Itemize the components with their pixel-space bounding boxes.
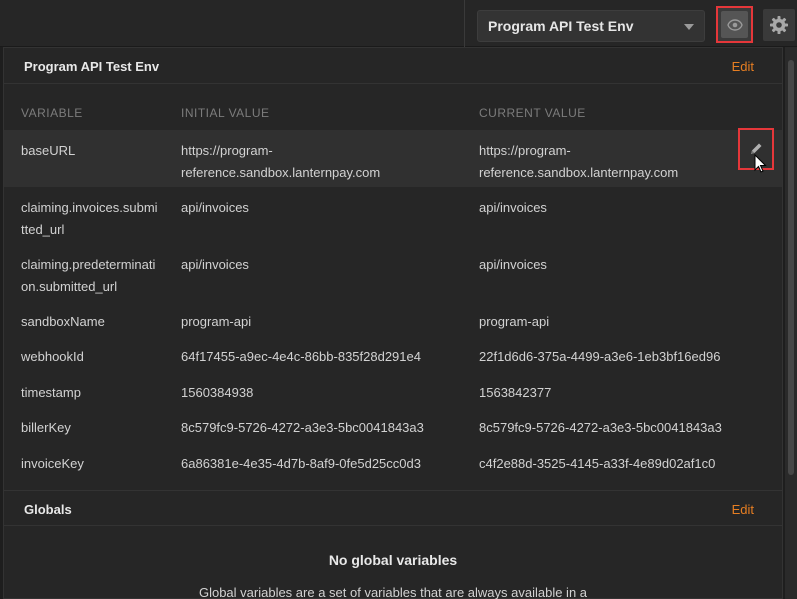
current-value: 22f1d6d6-375a-4499-a3e6-1eb3bf16ed96 [479,349,721,364]
column-header-current-value: CURRENT VALUE [479,106,586,120]
column-header-initial-value: INITIAL VALUE [181,106,270,120]
table-row[interactable]: sandboxName program-api program-api [4,301,782,336]
variable-name: invoiceKey [21,456,84,471]
initial-value: api/invoices [181,200,249,215]
settings-button[interactable] [763,9,795,41]
table-row[interactable]: webhookId 64f17455-a9ec-4e4c-86bb-835f28… [4,336,782,372]
current-value: api/invoices [479,200,547,215]
environment-edit-link[interactable]: Edit [732,59,754,74]
table-row[interactable]: claiming.predetermination.submitted_url … [4,244,782,301]
globals-section-header: Globals Edit [4,490,782,526]
globals-empty-title: No global variables [328,552,458,568]
current-value: 1563842377 [479,385,552,400]
top-bar: Program API Test Env [0,0,797,47]
mouse-cursor-icon [754,154,767,173]
initial-value: program-api [181,314,252,329]
variable-name: claiming.predetermination.submitted_url [21,257,156,294]
divider [464,0,465,47]
variable-name: timestamp [21,385,81,400]
variable-name: sandboxName [21,314,105,329]
initial-value: 8c579fc9-5726-4272-a3e3-5bc0041843a3 [181,420,424,435]
globals-edit-link[interactable]: Edit [732,502,754,517]
initial-value: 1560384938 [181,385,254,400]
variable-name: claiming.invoices.submitted_url [21,200,158,237]
caret-down-icon [684,24,694,30]
table-row[interactable]: claiming.invoices.submitted_url api/invo… [4,187,782,244]
current-value: https://program-reference.sandbox.lanter… [479,143,679,180]
environment-select-value: Program API Test Env [488,18,634,34]
globals-title: Globals [24,502,72,517]
initial-value: 64f17455-a9ec-4e4c-86bb-835f28d291e4 [181,349,421,364]
environment-section-header: Program API Test Env Edit [4,48,782,84]
variable-name: billerKey [21,420,71,435]
environment-select[interactable]: Program API Test Env [477,10,705,42]
column-header-variable: VARIABLE [21,106,83,120]
initial-value: https://program-reference.sandbox.lanter… [181,143,381,180]
variable-name: webhookId [21,349,84,364]
table-row[interactable]: timestamp 1560384938 1563842377 [4,372,782,407]
variable-name: baseURL [21,143,76,158]
table-row[interactable]: billerKey 8c579fc9-5726-4272-a3e3-5bc004… [4,407,782,443]
table-row[interactable]: baseURL https://program-reference.sandbo… [4,130,782,187]
current-value: 8c579fc9-5726-4272-a3e3-5bc0041843a3 [479,420,722,435]
panel-scrollbar-thumb[interactable] [788,60,794,475]
gear-icon [770,16,788,34]
environment-quick-look-panel: Program API Test Env Edit VARIABLE INITI… [3,47,783,599]
initial-value: api/invoices [181,257,249,272]
environment-title: Program API Test Env [24,59,160,74]
current-value: c4f2e88d-3525-4145-a33f-4e89d02af1c0 [479,456,716,471]
initial-value: 6a86381e-4e35-4d7b-8af9-0fe5d25cc0d3 [181,456,421,471]
eye-icon [721,11,748,38]
current-value: program-api [479,314,550,329]
environment-quick-look-button[interactable] [716,6,753,43]
table-row[interactable]: invoiceKey 6a86381e-4e35-4d7b-8af9-0fe5d… [4,443,782,479]
current-value: api/invoices [479,257,547,272]
globals-empty-description: Global variables are a set of variables … [198,585,588,599]
